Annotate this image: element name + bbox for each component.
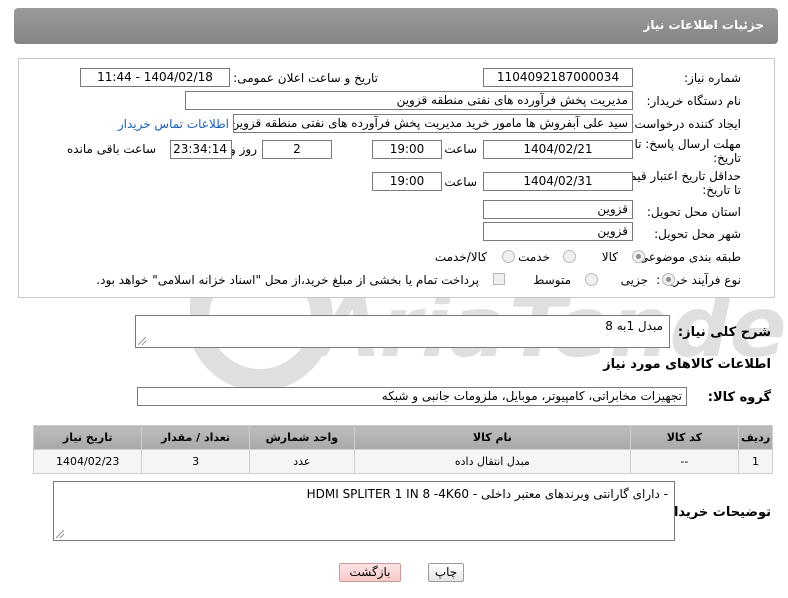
process-radio-minor[interactable] bbox=[662, 273, 675, 286]
treasury-payment-checkbox[interactable] bbox=[493, 273, 505, 285]
cell-unit: عدد bbox=[248, 449, 355, 474]
summary-label: شرح کلی نیاز: bbox=[677, 325, 771, 340]
validity-label: حداقل تاریخ اعتبار قیمت: bbox=[614, 169, 741, 183]
category-option-goods-service: کالا/خدمت bbox=[434, 250, 487, 264]
cell-quantity: 3 bbox=[141, 449, 250, 474]
validity-time-label: ساعت bbox=[444, 175, 477, 189]
col-goods-name: نام کالا bbox=[353, 425, 631, 450]
goods-table: ردیف کد کالا نام کالا واحد شمارش تعداد /… bbox=[32, 425, 773, 474]
category-radio-service[interactable] bbox=[563, 250, 576, 263]
col-row-number: ردیف bbox=[738, 425, 773, 450]
days-label: روز و bbox=[230, 142, 257, 156]
col-need-date: تاریخ نیاز bbox=[32, 425, 143, 450]
buyer-org-field: مدیریت پخش فرآورده های نفتی منطقه قزوین bbox=[185, 91, 633, 110]
category-radio-goods-service[interactable] bbox=[502, 250, 515, 263]
creator-field: سید علی آبفروش ها مامور خرید مدیریت پخش … bbox=[233, 114, 633, 133]
buyer-contact-link[interactable]: اطلاعات تماس خریدار bbox=[118, 117, 229, 131]
remaining-time-label: ساعت باقی مانده bbox=[66, 142, 156, 156]
deadline-time-label: ساعت bbox=[444, 142, 477, 156]
city-field: قزوین bbox=[483, 222, 633, 241]
need-number-field: 1104092187000034 bbox=[483, 68, 633, 87]
summary-text: مبدل 1به 8 bbox=[605, 319, 663, 333]
deadline-date-field: 1404/02/21 bbox=[483, 140, 633, 159]
category-label: طبقه بندی موضوعی: bbox=[634, 250, 741, 264]
validity-label-2: تا تاریخ: bbox=[702, 183, 741, 197]
province-field: قزوین bbox=[483, 200, 633, 219]
buyer-org-label: نام دستگاه خریدار: bbox=[646, 94, 742, 108]
print-button[interactable]: چاپ bbox=[428, 563, 464, 582]
category-radio-goods[interactable] bbox=[632, 250, 645, 263]
cell-goods-code: -- bbox=[629, 449, 740, 474]
process-radio-medium[interactable] bbox=[585, 273, 598, 286]
col-quantity: تعداد / مقدار bbox=[141, 425, 250, 450]
buyer-notes-textarea[interactable]: - دارای گارانتی وبرندهای معتبر داخلی - H… bbox=[53, 481, 675, 541]
category-option-service: خدمت bbox=[518, 250, 550, 264]
announce-date-label: تاریخ و ساعت اعلان عمومی: bbox=[233, 71, 378, 85]
announce-date-field: 1404/02/18 - 11:44 bbox=[80, 68, 230, 87]
process-option-minor: جزیی bbox=[620, 273, 648, 287]
back-button[interactable]: بازگشت bbox=[339, 563, 401, 582]
deadline-label: مهلت ارسال پاسخ: تا bbox=[634, 137, 741, 151]
cell-row-number: 1 bbox=[738, 449, 773, 474]
validity-date-field: 1404/02/31 bbox=[483, 172, 633, 191]
goods-section-title: اطلاعات کالاهای مورد نیاز bbox=[603, 357, 771, 372]
table-row: 1 -- مبدل انتقال داده عدد 3 1404/02/23 bbox=[32, 449, 773, 474]
buyer-notes-label: توضیحات خریدار: bbox=[661, 505, 771, 520]
resize-handle-icon[interactable] bbox=[138, 337, 146, 345]
need-number-label: شماره نیاز: bbox=[684, 71, 741, 85]
cell-need-date: 1404/02/23 bbox=[32, 449, 143, 474]
process-option-medium: متوسط bbox=[533, 273, 571, 287]
page-header: جزئیات اطلاعات نیاز bbox=[14, 8, 778, 44]
page-title: جزئیات اطلاعات نیاز bbox=[643, 18, 764, 32]
category-option-goods: کالا bbox=[601, 250, 618, 264]
creator-label: ایجاد کننده درخواست: bbox=[630, 117, 741, 131]
goods-group-label: گروه کالا: bbox=[707, 390, 771, 405]
province-label: استان محل تحویل: bbox=[646, 205, 741, 219]
col-goods-code: کد کالا bbox=[629, 425, 740, 450]
treasury-payment-note: پرداخت تمام یا بخشی از مبلغ خرید،از محل … bbox=[96, 273, 479, 287]
days-field: 2 bbox=[262, 140, 332, 159]
remaining-time-field: 23:34:14 bbox=[170, 140, 232, 159]
city-label: شهر محل تحویل: bbox=[654, 227, 741, 241]
cell-goods-name: مبدل انتقال داده bbox=[353, 449, 631, 474]
resize-handle-icon[interactable] bbox=[56, 530, 64, 538]
summary-textarea[interactable]: مبدل 1به 8 bbox=[135, 315, 670, 348]
goods-table-header: ردیف کد کالا نام کالا واحد شمارش تعداد /… bbox=[32, 425, 773, 450]
deadline-time-field: 19:00 bbox=[372, 140, 442, 159]
col-unit: واحد شمارش bbox=[248, 425, 355, 450]
goods-group-field: تجهیزات مخابراتی، کامپیوتر، موبایل، ملزو… bbox=[137, 387, 687, 406]
buyer-notes-text: - دارای گارانتی وبرندهای معتبر داخلی - H… bbox=[306, 487, 668, 501]
validity-time-field: 19:00 bbox=[372, 172, 442, 191]
deadline-label-2: تاریخ: bbox=[713, 151, 741, 165]
